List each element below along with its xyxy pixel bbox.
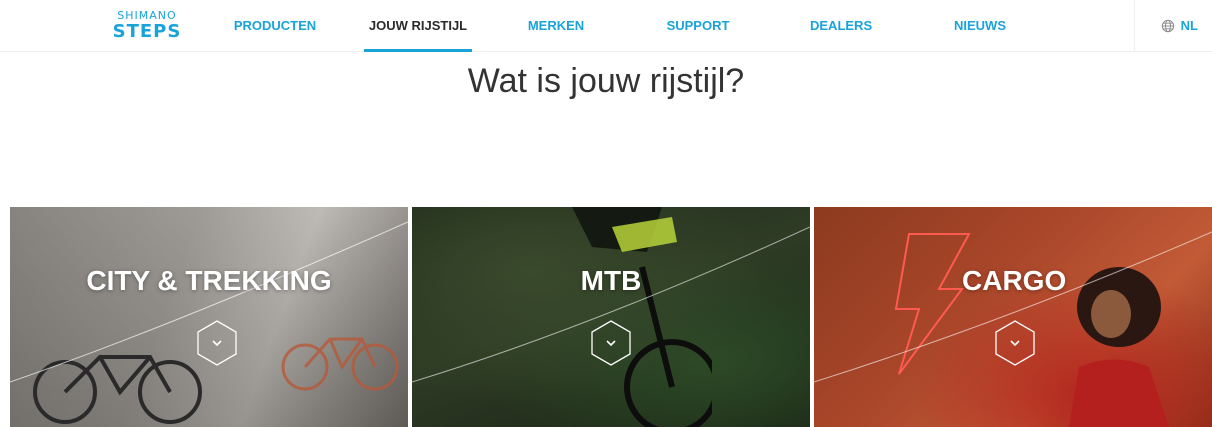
nav-item-merken[interactable]: MERKEN <box>526 0 586 52</box>
bike-illustration <box>33 355 202 424</box>
language-label: NL <box>1180 18 1198 33</box>
neon-lightning-icon <box>894 233 971 375</box>
bike-illustration-2 <box>281 337 399 391</box>
logo-text-bottom: STEPS <box>112 21 182 42</box>
nav-item-support[interactable]: SUPPORT <box>666 0 730 52</box>
language-selector[interactable]: NL <box>1133 0 1198 52</box>
nav-item-producten[interactable]: PRODUCTEN <box>230 0 320 52</box>
chevron-down-icon <box>197 320 237 366</box>
card-city-trekking[interactable]: CITY & TREKKING <box>10 207 408 427</box>
card-cargo[interactable]: CARGO <box>814 207 1212 427</box>
main-nav: PRODUCTEN JOUW RIJSTIJL MERKEN SUPPORT D… <box>200 0 1080 52</box>
ride-style-cards: CITY & TREKKING MTB CARGO <box>10 207 1212 427</box>
globe-icon <box>1161 19 1174 33</box>
page-title: Wat is jouw rijstijl? <box>467 62 745 100</box>
card-label: MTB <box>580 265 642 296</box>
decorative-line <box>10 221 408 383</box>
shimano-steps-logo[interactable]: SHIMANO STEPS <box>102 10 192 42</box>
nav-item-nieuws[interactable]: NIEUWS <box>952 0 1008 52</box>
nav-item-dealers[interactable]: DEALERS <box>810 0 872 52</box>
decorative-line <box>814 231 1212 383</box>
site-header: SHIMANO STEPS PRODUCTEN JOUW RIJSTIJL ME… <box>0 0 1212 52</box>
card-mtb[interactable]: MTB <box>412 207 810 427</box>
expand-button[interactable] <box>589 319 633 367</box>
card-label: CARGO <box>962 265 1067 296</box>
page: SHIMANO STEPS PRODUCTEN JOUW RIJSTIJL ME… <box>0 0 1212 427</box>
decorative-line <box>412 226 810 383</box>
expand-button[interactable] <box>195 319 239 367</box>
nav-item-jouw-rijstijl[interactable]: JOUW RIJSTIJL <box>364 0 472 52</box>
rider-illustration <box>572 207 712 427</box>
card-label: CITY & TREKKING <box>86 265 332 296</box>
chevron-down-icon <box>591 320 631 366</box>
expand-button[interactable] <box>993 319 1037 367</box>
chevron-down-icon <box>995 320 1035 366</box>
